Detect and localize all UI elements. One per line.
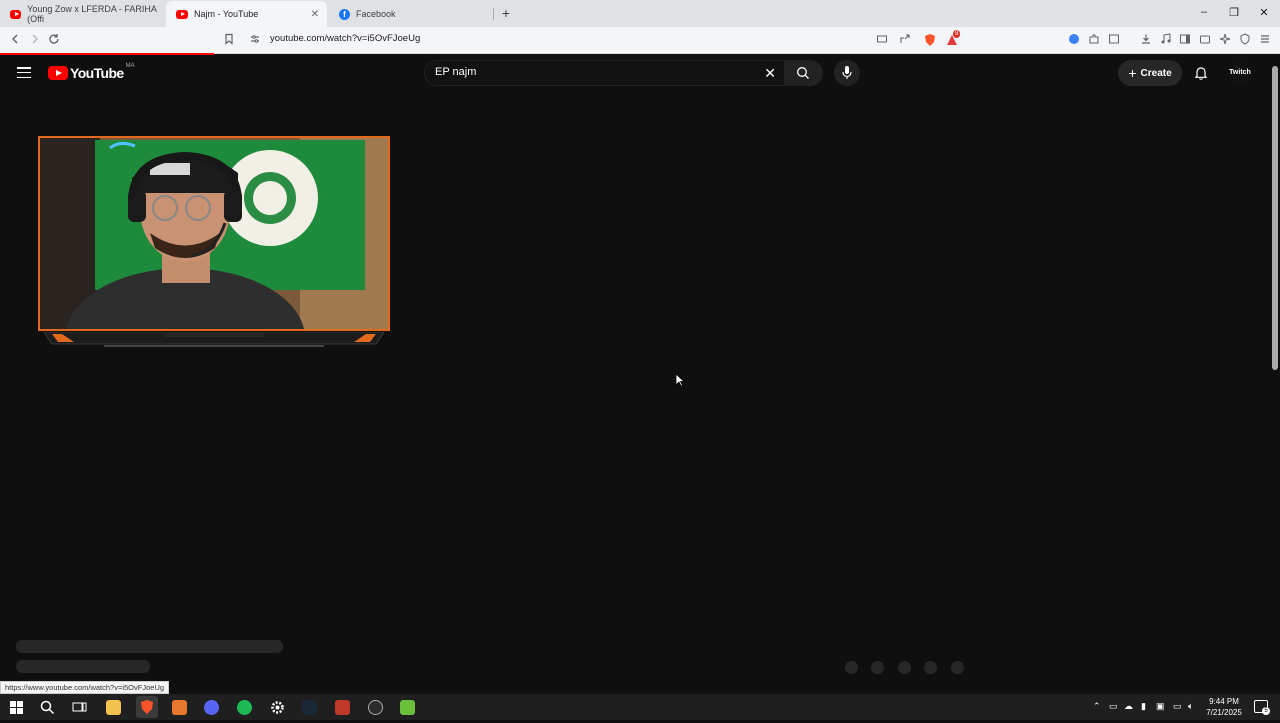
app-icon[interactable]	[400, 700, 415, 715]
youtube-icon	[176, 9, 188, 19]
title-skeleton	[16, 640, 283, 653]
brave-vpn-shield-icon[interactable]	[1237, 33, 1253, 49]
tab-title: Najm - YouTube	[194, 9, 259, 19]
windows-start-icon[interactable]	[9, 700, 24, 715]
sidebar-icon[interactable]	[1177, 33, 1193, 49]
app-icon[interactable]	[172, 700, 187, 715]
create-label: Create	[1140, 67, 1172, 79]
search-input[interactable]	[435, 66, 745, 78]
search-button[interactable]	[785, 60, 823, 86]
obs-icon[interactable]	[368, 700, 383, 715]
spotify-icon[interactable]	[237, 700, 252, 715]
youtube-header: YouTube MA ✕ + Create Twitch	[0, 55, 1270, 91]
search-icon[interactable]	[40, 700, 55, 715]
rewards-badge: 8	[953, 30, 961, 38]
notifications-button[interactable]	[1193, 65, 1209, 81]
voice-search-button[interactable]	[834, 60, 860, 86]
action-skeleton	[845, 661, 858, 674]
bookmark-icon[interactable]	[221, 33, 237, 49]
steam-icon[interactable]	[302, 700, 317, 715]
back-button[interactable]	[7, 33, 23, 49]
menu-icon[interactable]	[1257, 33, 1273, 49]
cast-icon[interactable]	[874, 33, 890, 49]
scrollbar-thumb[interactable]	[1272, 66, 1278, 370]
youtube-icon	[10, 9, 22, 19]
site-info-icon[interactable]	[247, 33, 263, 49]
tab-najm-youtube[interactable]: Najm - YouTube ✕	[166, 1, 327, 27]
search-icon	[797, 67, 809, 79]
notification-center-icon[interactable]: 5	[1254, 700, 1270, 715]
clock-time: 9:44 PM	[1209, 697, 1239, 706]
extensions-icon[interactable]	[1086, 33, 1102, 49]
brave-browser-taskbar-button[interactable]	[136, 696, 158, 718]
discord-icon[interactable]	[204, 700, 219, 715]
cloud-icon[interactable]: ☁	[1124, 701, 1133, 712]
microphone-icon	[842, 66, 852, 79]
tab-young-zow[interactable]: Young Zow x LFERDA - FARIHA (Offi	[0, 1, 165, 27]
link-status-bar: https://www.youtube.com/watch?v=i5OvFJoe…	[0, 681, 170, 694]
brave-icon	[141, 700, 153, 714]
close-window-button[interactable]: ✕	[1256, 6, 1272, 19]
youtube-play-icon	[48, 66, 68, 80]
youtube-wordmark: YouTube	[70, 65, 124, 81]
reload-button[interactable]	[46, 33, 62, 49]
create-button[interactable]: + Create	[1118, 60, 1182, 86]
tray-icon[interactable]: ▣	[1156, 701, 1165, 712]
leo-ai-icon[interactable]	[1217, 33, 1233, 49]
plus-icon: +	[1128, 65, 1137, 81]
streamer-webcam-image	[40, 138, 388, 329]
volume-icon[interactable]: 🔈︎	[1188, 701, 1193, 712]
file-explorer-icon[interactable]	[106, 700, 121, 715]
brave-shields-icon[interactable]	[922, 33, 938, 49]
bell-icon	[1194, 67, 1208, 80]
mouse-cursor-icon	[675, 373, 685, 387]
tab-title: Young Zow x LFERDA - FARIHA (Offi	[27, 4, 157, 24]
address-bar[interactable]: youtube.com/watch?v=i5OvFJoeUg	[270, 33, 420, 44]
tab-title: Facebook	[356, 9, 396, 19]
clear-search-icon[interactable]: ✕	[764, 65, 776, 82]
youtube-logo[interactable]: YouTube MA	[48, 63, 135, 81]
tray-icon[interactable]: ▭	[1109, 701, 1118, 712]
microphone-icon[interactable]: ▮	[1141, 701, 1146, 712]
new-tab-button[interactable]: +	[497, 4, 515, 22]
notification-count: 5	[1262, 707, 1270, 715]
tab-facebook[interactable]: f Facebook	[329, 1, 494, 27]
facebook-icon: f	[339, 8, 350, 20]
downloads-icon[interactable]	[1138, 33, 1154, 49]
account-avatar[interactable]: Twitch	[1228, 61, 1252, 85]
guide-menu-icon[interactable]	[17, 67, 31, 79]
webcam-frame	[38, 136, 390, 331]
wallet-icon[interactable]	[1197, 33, 1213, 49]
search-box: ✕	[424, 60, 785, 86]
action-skeleton	[951, 661, 964, 674]
clock-date: 7/21/2025	[1206, 708, 1242, 717]
media-icon[interactable]	[1158, 33, 1174, 49]
close-tab-icon[interactable]: ✕	[311, 9, 319, 20]
task-view-icon[interactable]	[72, 700, 87, 715]
tab-search-icon[interactable]	[1106, 33, 1122, 49]
action-skeleton	[898, 661, 911, 674]
vpn-icon[interactable]	[1066, 33, 1082, 49]
webcam-overlay-footer	[43, 331, 385, 350]
forward-button[interactable]	[27, 33, 43, 49]
windows-taskbar: ⌃ ▭ ☁ ▮ ▣ ▭ 🔈︎ 9:44 PM 7/21/2025 5	[0, 694, 1280, 720]
browser-tab-bar: Young Zow x LFERDA - FARIHA (Offi Najm -…	[0, 0, 1280, 27]
brave-rewards-icon[interactable]: 8	[944, 30, 961, 49]
show-hidden-icons[interactable]: ⌃	[1093, 701, 1101, 712]
restore-button[interactable]: ❐	[1226, 6, 1242, 19]
share-icon[interactable]	[897, 33, 913, 49]
settings-gear-icon[interactable]	[270, 700, 285, 715]
tab-divider	[493, 8, 494, 20]
action-skeleton	[924, 661, 937, 674]
app-icon[interactable]	[335, 700, 350, 715]
browser-toolbar: 8	[0, 27, 1280, 54]
video-webcam-overlay[interactable]	[38, 136, 390, 352]
system-clock[interactable]: 9:44 PM 7/21/2025	[1200, 696, 1248, 718]
country-code: MA	[125, 63, 135, 69]
subtitle-skeleton	[16, 660, 150, 673]
minimize-button[interactable]: –	[1196, 6, 1212, 18]
network-icon[interactable]: ▭	[1173, 701, 1182, 712]
action-skeleton	[871, 661, 884, 674]
